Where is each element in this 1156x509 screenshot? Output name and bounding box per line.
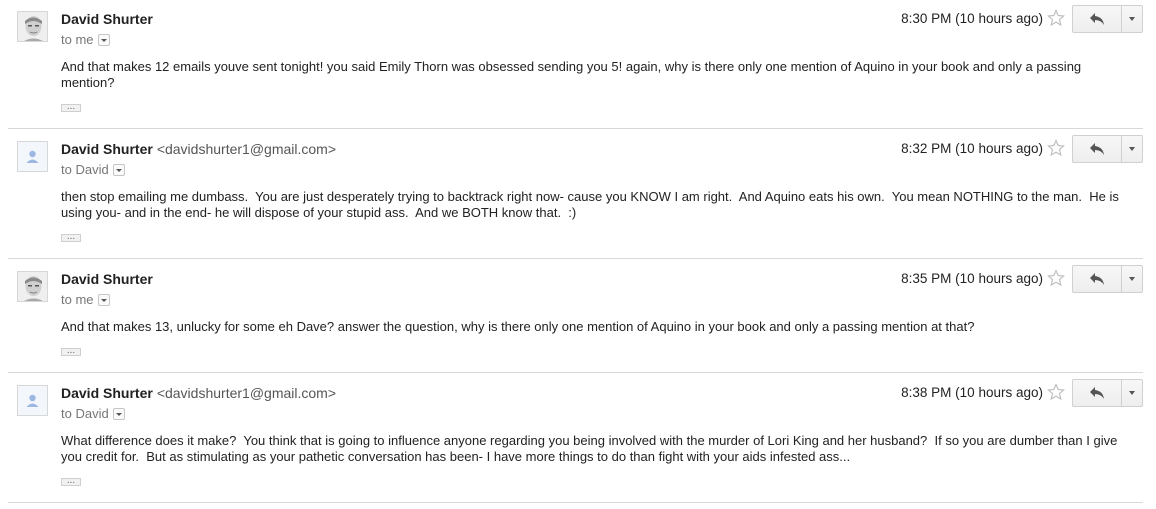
sender-name-text: David Shurter [61, 385, 153, 401]
show-trimmed-content-button[interactable]: ... [61, 232, 81, 242]
sender-email: <davidshurter1@gmail.com> [156, 141, 336, 157]
sender-photo-avatar[interactable] [17, 271, 48, 302]
sender-name-text: David Shurter [61, 271, 153, 287]
star-outline-icon[interactable] [1047, 269, 1065, 287]
chevron-down-icon[interactable] [112, 163, 125, 176]
star-outline-icon[interactable] [1047, 139, 1065, 157]
show-trimmed-content-button[interactable]: ... [61, 346, 81, 356]
chevron-down-icon[interactable] [97, 33, 110, 46]
recipient-line: to David [61, 162, 125, 177]
sender-email: <davidshurter1@gmail.com> [156, 385, 336, 401]
message-timestamp: 8:32 PM (10 hours ago) [901, 141, 1043, 156]
message-timestamp: 8:30 PM (10 hours ago) [901, 11, 1043, 26]
sender-name[interactable]: David Shurter [61, 271, 153, 287]
sender-name[interactable]: David Shurter <davidshurter1@gmail.com> [61, 141, 336, 157]
message-body: And that makes 12 emails youve sent toni… [61, 59, 1085, 90]
reply-button[interactable] [1073, 380, 1121, 406]
reply-button-group [1072, 265, 1143, 293]
sender-name[interactable]: David Shurter <davidshurter1@gmail.com> [61, 385, 336, 401]
more-actions-button[interactable] [1122, 136, 1142, 162]
recipient-text: to me [61, 32, 94, 47]
reply-button[interactable] [1073, 266, 1121, 292]
reply-arrow-icon [1090, 143, 1104, 155]
message-item: David Shurter to me 8:35 PM (10 hours ag… [8, 260, 1143, 373]
message-body: And that makes 13, unlucky for some eh D… [61, 319, 975, 334]
show-trimmed-content-button[interactable]: ... [61, 476, 81, 486]
chevron-down-icon[interactable] [112, 407, 125, 420]
message-body: What difference does it make? You think … [61, 433, 1121, 464]
sender-name[interactable]: David Shurter [61, 11, 153, 27]
reply-button-group [1072, 135, 1143, 163]
more-actions-button[interactable] [1122, 266, 1142, 292]
star-outline-icon[interactable] [1047, 383, 1065, 401]
show-trimmed-content-button[interactable]: ... [61, 102, 81, 112]
reply-button[interactable] [1073, 136, 1121, 162]
reply-button-group [1072, 5, 1143, 33]
sender-default-avatar[interactable] [17, 141, 48, 172]
sender-name-text: David Shurter [61, 11, 153, 27]
recipient-text: to David [61, 406, 109, 421]
recipient-line: to me [61, 32, 110, 47]
message-item: David Shurter <davidshurter1@gmail.com> t… [8, 130, 1143, 259]
more-actions-button[interactable] [1122, 6, 1142, 32]
more-actions-button[interactable] [1122, 380, 1142, 406]
email-thread: David Shurter to me 8:30 PM (10 hours ag… [0, 0, 1156, 509]
recipient-text: to me [61, 292, 94, 307]
sender-default-avatar[interactable] [17, 385, 48, 416]
message-item: David Shurter to me 8:30 PM (10 hours ag… [8, 0, 1143, 129]
chevron-down-icon[interactable] [97, 293, 110, 306]
sender-photo-avatar[interactable] [17, 11, 48, 42]
message-item: David Shurter <davidshurter1@gmail.com> t… [8, 374, 1143, 503]
star-outline-icon[interactable] [1047, 9, 1065, 27]
recipient-line: to me [61, 292, 110, 307]
message-timestamp: 8:38 PM (10 hours ago) [901, 385, 1043, 400]
reply-arrow-icon [1090, 13, 1104, 25]
recipient-line: to David [61, 406, 125, 421]
reply-button[interactable] [1073, 6, 1121, 32]
sender-name-text: David Shurter [61, 141, 153, 157]
recipient-text: to David [61, 162, 109, 177]
message-timestamp: 8:35 PM (10 hours ago) [901, 271, 1043, 286]
reply-button-group [1072, 379, 1143, 407]
reply-arrow-icon [1090, 273, 1104, 285]
reply-arrow-icon [1090, 387, 1104, 399]
message-body: then stop emailing me dumbass. You are j… [61, 189, 1123, 220]
